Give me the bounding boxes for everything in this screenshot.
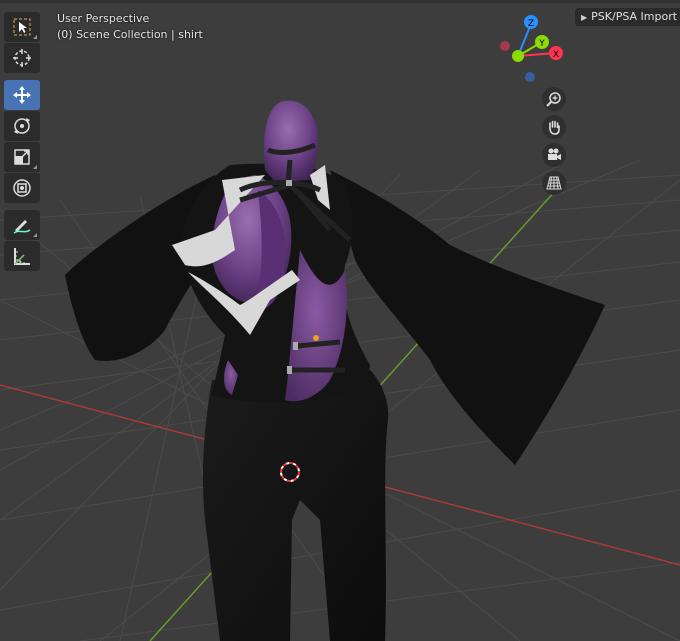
scale-tool[interactable] (4, 142, 40, 172)
psk-psa-import-panel-tab[interactable]: ▶ PSK/PSA Import (575, 8, 680, 26)
gizmo-z-label: Z (528, 19, 534, 29)
camera-icon (548, 148, 561, 160)
3d-viewport[interactable] (0, 0, 680, 641)
annotate-pencil-icon (13, 220, 31, 234)
move-tool[interactable] (4, 80, 40, 110)
select-box-tool[interactable] (4, 12, 40, 42)
zoom-button[interactable] (542, 87, 566, 111)
measure-tool[interactable] (4, 241, 40, 271)
rotate-tool[interactable] (4, 111, 40, 141)
navigation-gizmo[interactable]: Z Y X (495, 14, 570, 86)
pan-hand-icon (549, 120, 560, 135)
annotate-tool[interactable] (4, 210, 40, 240)
select-box-icon (13, 18, 31, 36)
gizmo-y-label: Y (538, 39, 545, 49)
transform-icon (13, 179, 31, 197)
cursor-icon (13, 49, 31, 67)
scene-collection-label: (0) Scene Collection | shirt (57, 28, 203, 41)
disclosure-triangle-icon: ▶ (581, 13, 588, 22)
scale-icon (14, 149, 30, 165)
ortho-toggle-button[interactable] (542, 171, 566, 195)
rotate-icon (14, 118, 30, 134)
measure-ruler-icon (14, 248, 30, 265)
grid-perspective-icon (546, 176, 562, 190)
gizmo-x-label: X (553, 50, 559, 60)
camera-view-button[interactable] (542, 143, 566, 167)
transform-tool[interactable] (4, 173, 40, 203)
move-icon (13, 86, 31, 104)
psk-psa-import-label: PSK/PSA Import (591, 10, 678, 23)
header-strip (0, 0, 680, 3)
view-perspective-label: User Perspective (57, 12, 150, 25)
zoom-magnifier-icon (546, 92, 561, 107)
cursor-tool[interactable] (4, 43, 40, 73)
tool-shelf (4, 12, 40, 272)
pan-button[interactable] (542, 115, 566, 139)
